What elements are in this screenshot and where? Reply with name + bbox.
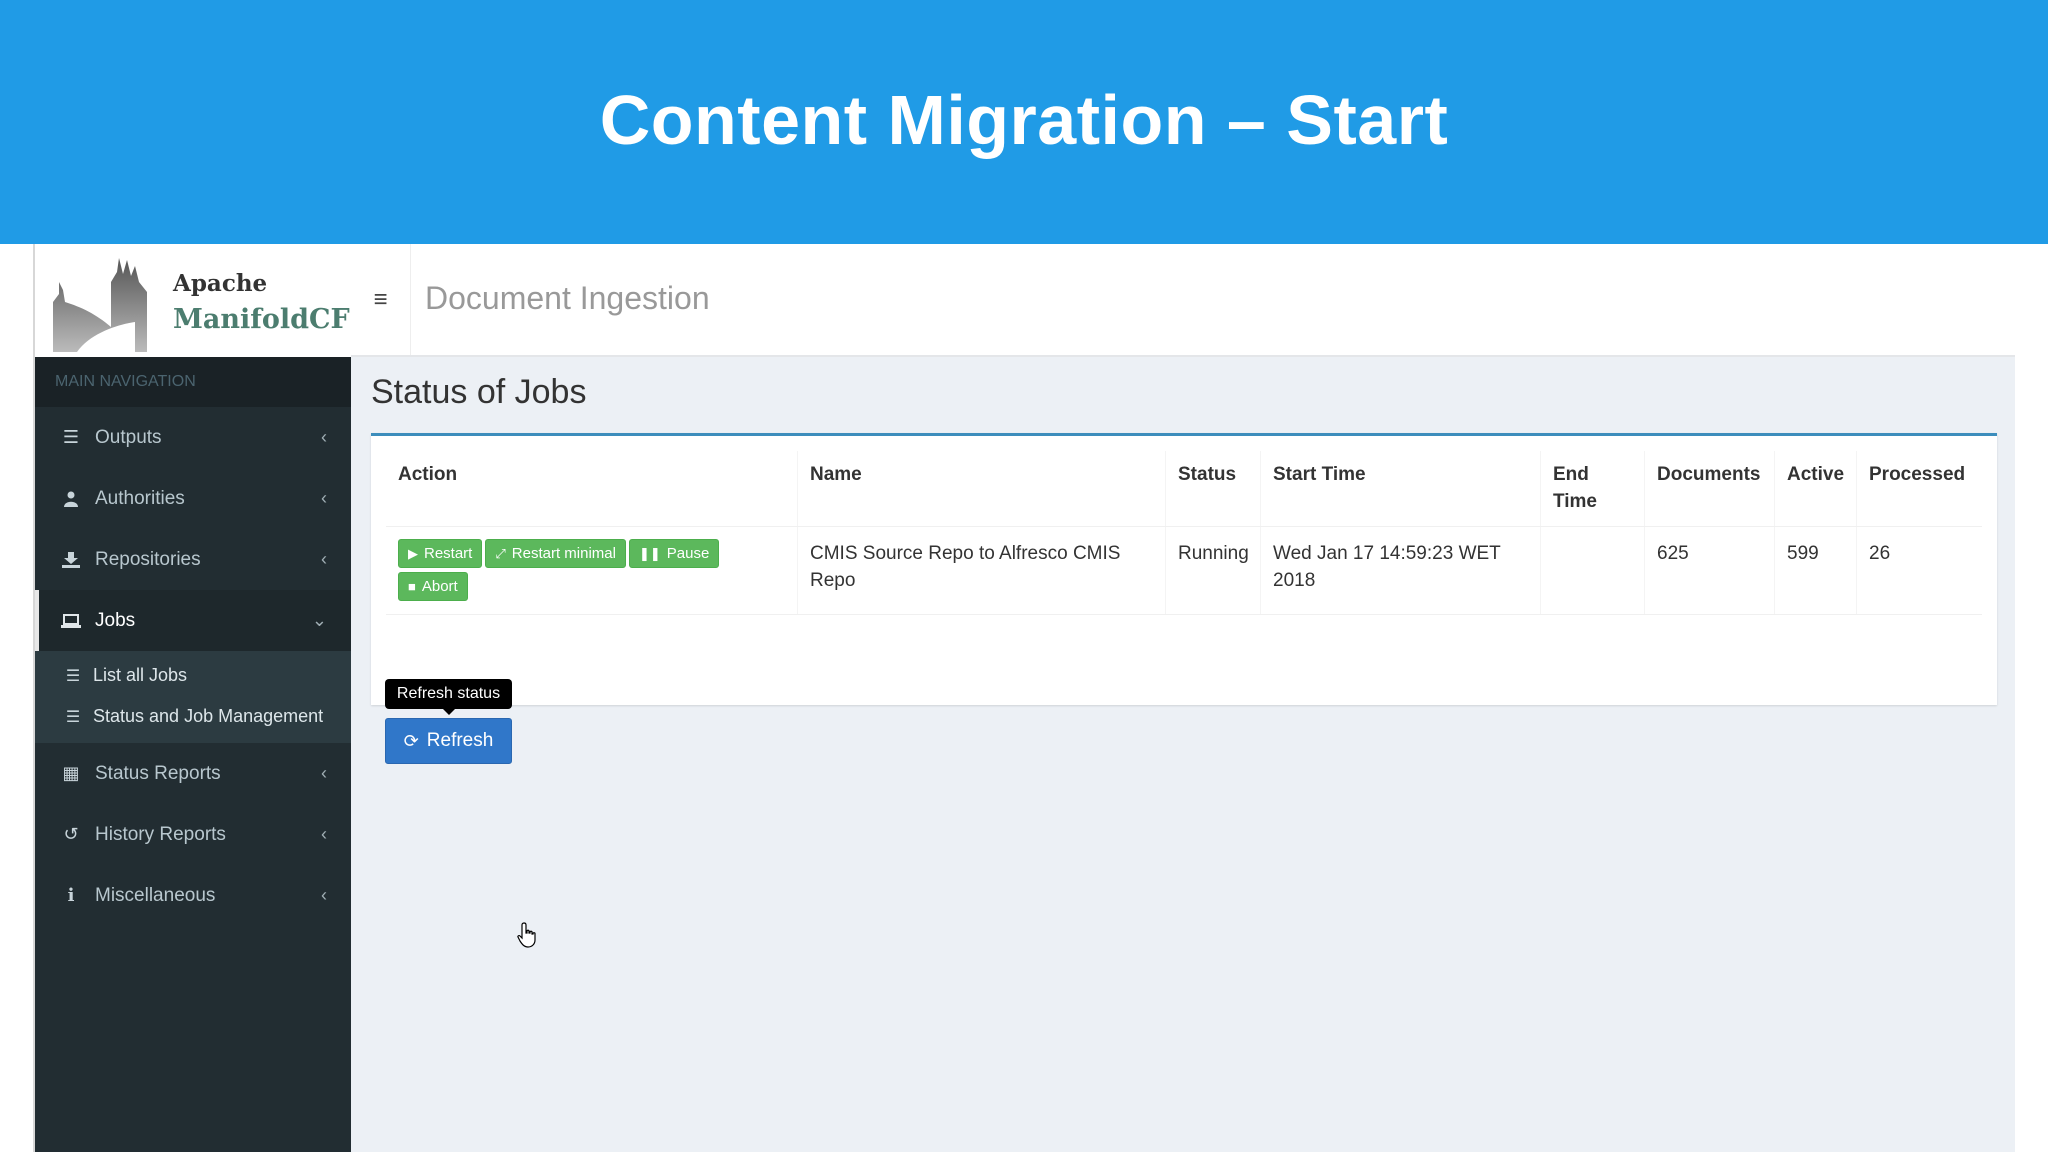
sidebar-item-status-reports[interactable]: ▦ Status Reports ‹ xyxy=(35,743,351,804)
tooltip-arrow xyxy=(443,709,455,715)
refresh-tooltip: Refresh status xyxy=(385,679,512,709)
sidebar-item-outputs[interactable]: ☰ Outputs ‹ xyxy=(35,407,351,468)
jobs-submenu: ☰ List all Jobs ☰ Status and Job Managem… xyxy=(35,651,351,743)
table-header-row: Action Name Status Start Time End Time D… xyxy=(386,451,1982,527)
column-header-action: Action xyxy=(386,451,798,526)
sidebar-subitem-status-job-management[interactable]: ☰ Status and Job Management xyxy=(35,696,351,737)
table-icon: ▦ xyxy=(62,763,80,783)
job-status-cell: Running xyxy=(1166,527,1261,614)
job-active-cell: 599 xyxy=(1775,527,1857,614)
logo-product-text: ManifoldCF™ xyxy=(173,304,351,335)
job-documents-cell: 625 xyxy=(1645,527,1775,614)
history-icon: ↺ xyxy=(63,824,79,844)
chevron-left-icon: ‹ xyxy=(321,763,327,783)
row-actions-cell: ▶ Restart ⤢ Restart minimal ❚❚ Pause ■ Abort xyxy=(386,527,798,614)
column-header-documents: Documents xyxy=(1645,451,1775,526)
hand-cursor-icon xyxy=(517,922,536,948)
bridge-logo-icon xyxy=(53,258,147,352)
sidebar-subitem-list-all-jobs[interactable]: ☰ List all Jobs xyxy=(35,655,351,696)
top-bar: ≡ Document Ingestion xyxy=(351,244,2015,357)
logo-apache-text: Apache xyxy=(173,270,268,297)
column-header-start-time: Start Time xyxy=(1261,451,1541,526)
jobs-status-box: Action Name Status Start Time End Time D… xyxy=(371,433,1997,764)
slide-title: Content Migration – Start xyxy=(599,81,1449,159)
sidebar-item-history-reports[interactable]: ↺ History Reports ‹ xyxy=(35,804,351,865)
page-header-title: Document Ingestion xyxy=(425,280,710,316)
download-icon xyxy=(59,551,83,568)
app-window: Apache ManifoldCF™ ≡ Document Ingestion … xyxy=(33,244,2015,1152)
sidebar: MAIN NAVIGATION ☰ Outputs ‹ Authorities … xyxy=(33,357,351,1152)
logo[interactable]: Apache ManifoldCF™ xyxy=(33,244,351,357)
slide-banner: Content Migration – Start xyxy=(0,0,2048,244)
column-header-name: Name xyxy=(798,451,1166,526)
compress-icon: ⤢ xyxy=(495,546,506,561)
pause-button[interactable]: ❚❚ Pause xyxy=(628,539,720,568)
refresh-button[interactable]: ⟳ Refresh xyxy=(385,718,512,764)
chevron-left-icon: ‹ xyxy=(321,885,327,905)
abort-button[interactable]: ■ Abort xyxy=(398,572,468,601)
column-header-status: Status xyxy=(1166,451,1261,526)
job-start-time-cell: Wed Jan 17 14:59:23 WET 2018 xyxy=(1261,527,1541,614)
job-processed-cell: 26 xyxy=(1869,543,1891,564)
main-content: Status of Jobs Action Name Status Start … xyxy=(351,357,2015,1152)
chevron-left-icon: ‹ xyxy=(321,824,327,844)
chevron-left-icon: ‹ xyxy=(321,549,327,569)
job-end-time-cell xyxy=(1541,527,1645,614)
pause-icon: ❚❚ xyxy=(638,546,661,561)
chevron-left-icon: ‹ xyxy=(321,427,327,447)
chevron-left-icon: ‹ xyxy=(321,488,327,508)
restart-minimal-button[interactable]: ⤢ Restart minimal xyxy=(485,539,626,568)
user-icon xyxy=(59,491,83,507)
info-icon: i xyxy=(67,885,75,906)
sidebar-item-miscellaneous[interactable]: i Miscellaneous ‹ xyxy=(35,865,351,926)
sidebar-item-repositories[interactable]: Repositories ‹ xyxy=(35,529,351,590)
hamburger-icon[interactable]: ≡ xyxy=(351,244,411,355)
restart-button[interactable]: ▶ Restart xyxy=(398,539,483,568)
sidebar-item-authorities[interactable]: Authorities ‹ xyxy=(35,468,351,529)
column-header-processed: Processed xyxy=(1869,464,1966,485)
refresh-icon: ⟳ xyxy=(403,730,419,751)
sidebar-item-jobs[interactable]: Jobs ⌄ xyxy=(35,590,351,651)
list-icon: ☰ xyxy=(65,667,81,685)
laptop-icon xyxy=(59,613,83,628)
table-row: ▶ Restart ⤢ Restart minimal ❚❚ Pause ■ Abort C… xyxy=(386,527,1982,615)
nav-header: MAIN NAVIGATION xyxy=(35,357,351,407)
action-buttons: ▶ Restart ⤢ Restart minimal ❚❚ Pause ■ Abort xyxy=(398,539,758,605)
stop-icon: ■ xyxy=(408,579,416,594)
column-header-active: Active xyxy=(1775,451,1857,526)
job-name-cell: CMIS Source Repo to Alfresco CMIS Repo xyxy=(798,527,1166,614)
list-icon: ☰ xyxy=(65,708,81,726)
list-icon: ☰ xyxy=(62,427,80,447)
play-icon: ▶ xyxy=(408,546,418,561)
column-header-end-time: End Time xyxy=(1541,451,1645,526)
chevron-down-icon: ⌄ xyxy=(311,610,327,630)
page-title: Status of Jobs xyxy=(371,373,587,411)
